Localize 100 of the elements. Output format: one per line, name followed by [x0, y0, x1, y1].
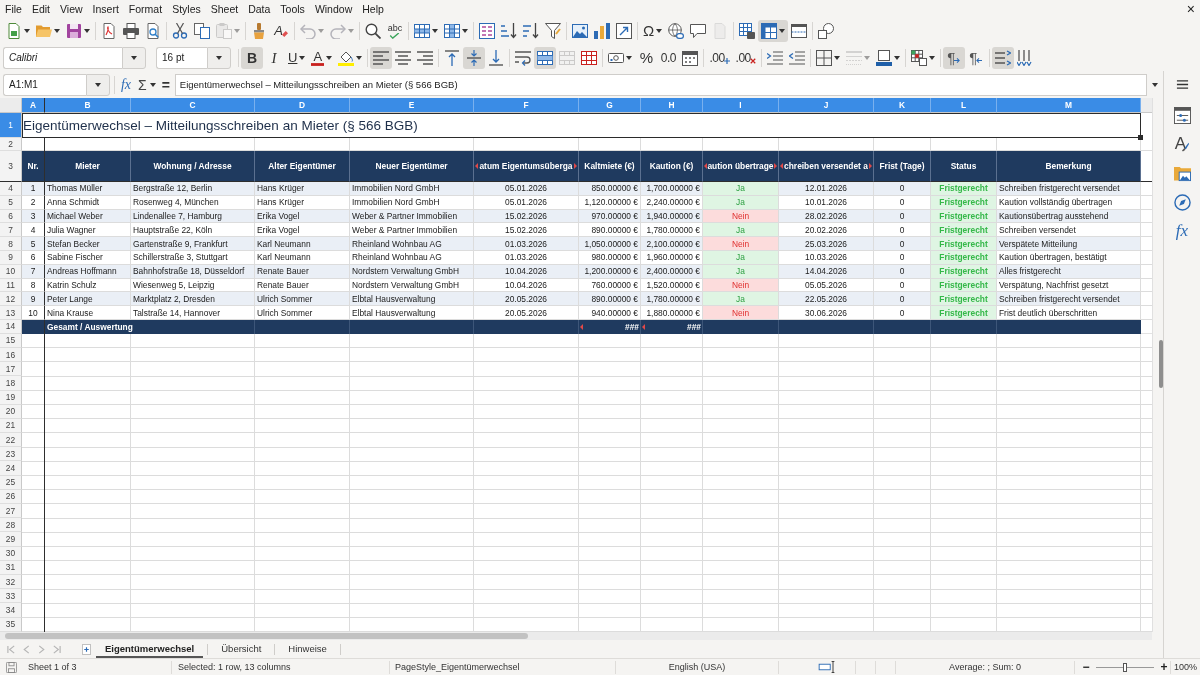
formula-button[interactable]: =: [158, 73, 173, 96]
menu-item[interactable]: Format: [123, 1, 168, 17]
language[interactable]: English (USA): [668, 662, 726, 672]
scrollbar-thumb[interactable]: [5, 633, 528, 639]
menu-item[interactable]: Styles: [167, 1, 206, 17]
table-cell: Rheinland Wohnbau AG: [350, 237, 474, 251]
row-header[interactable]: 18: [0, 376, 22, 391]
merge-center-button[interactable]: [534, 46, 557, 69]
pivot-table-button[interactable]: [613, 20, 635, 42]
number-format-button[interactable]: 0.0: [657, 46, 680, 69]
fill-handle-icon[interactable]: [1138, 135, 1143, 140]
horizontal-text-button[interactable]: [991, 46, 1014, 69]
menu-item[interactable]: Sheet: [205, 1, 244, 17]
row-header[interactable]: 8: [0, 237, 22, 251]
sum-button[interactable]: Σ: [135, 73, 159, 96]
column-heading: Bemerkung: [1045, 161, 1092, 171]
align-left-button[interactable]: [370, 46, 393, 69]
zoom-level[interactable]: 100%: [1174, 662, 1197, 672]
row-header[interactable]: 33: [0, 589, 22, 604]
menu-item[interactable]: View: [55, 1, 88, 17]
table-cell: Hans Krüger: [255, 195, 350, 210]
spelling-button[interactable]: abc: [384, 20, 406, 42]
row-header[interactable]: 12: [0, 292, 22, 307]
zoom-out-button[interactable]: −: [1081, 661, 1091, 673]
menu-item[interactable]: File: [0, 1, 27, 17]
row-header[interactable]: 13: [0, 306, 22, 320]
dropdown-button[interactable]: [122, 46, 146, 69]
zoom-in-button[interactable]: +: [1159, 661, 1169, 673]
name-box[interactable]: A1:M1: [3, 73, 86, 96]
copy-icon: [194, 23, 210, 39]
copy-button[interactable]: [191, 20, 213, 42]
row-header[interactable]: 22: [0, 433, 22, 448]
caret-icon: [626, 55, 633, 60]
table-cell: 6: [22, 251, 45, 265]
row-header[interactable]: 24: [0, 461, 22, 476]
row-header[interactable]: 23: [0, 447, 22, 462]
row-header[interactable]: 28: [0, 518, 22, 533]
scrollbar-thumb[interactable]: [1159, 340, 1163, 388]
table-cell: Sabine Fischer: [45, 251, 131, 265]
row-header[interactable]: 34: [0, 603, 22, 618]
delete-decimal-button[interactable]: .00: [732, 46, 759, 69]
bold-button[interactable]: B: [241, 46, 263, 69]
add-decimal-button[interactable]: .00: [706, 46, 733, 69]
table-cell: 01.03.2026: [474, 251, 579, 265]
sheet-tab[interactable]: Hinweise: [279, 640, 336, 658]
row-header[interactable]: 27: [0, 504, 22, 519]
print-button[interactable]: [120, 20, 142, 42]
sheet-tab[interactable]: Eigentümerwechsel: [96, 640, 204, 658]
sort-descending-icon: [523, 23, 539, 39]
menu-item[interactable]: Window: [309, 1, 358, 17]
freeze-table-icon: [761, 23, 778, 39]
functions-button[interactable]: fx: [1169, 218, 1195, 244]
font-name-field[interactable]: Calibri: [3, 46, 122, 69]
left-to-right-button[interactable]: ¶: [942, 46, 965, 69]
underline-button[interactable]: U: [285, 46, 309, 69]
insert-chart-button[interactable]: [591, 20, 613, 42]
styles-button[interactable]: A: [1169, 131, 1195, 157]
image-icon: [572, 23, 588, 39]
right-to-left-button[interactable]: ¶: [964, 46, 987, 69]
table-cell: Hans Krüger: [255, 182, 350, 196]
selected-cell-range[interactable]: Eigentümerwechsel – Mitteilungsschreiben an Mieter (§ 566 BGB): [22, 113, 1141, 138]
function-wizard-button[interactable]: fx: [117, 73, 135, 96]
menu-item[interactable]: Edit: [26, 1, 55, 17]
clear-formatting-button[interactable]: A: [270, 20, 292, 42]
wrap-text-icon: [515, 49, 532, 66]
color-bar-icon: [311, 62, 325, 66]
row-header[interactable]: 3: [0, 151, 22, 182]
printer-icon: [123, 23, 139, 39]
row-header[interactable]: 17: [0, 362, 22, 377]
horizontal-scrollbar[interactable]: [0, 632, 1152, 640]
sort-button[interactable]: [476, 20, 498, 42]
row-header[interactable]: 2: [0, 138, 22, 151]
row-header[interactable]: 29: [0, 532, 22, 547]
menu-item[interactable]: Data: [243, 1, 276, 17]
align-middle-icon: [466, 49, 483, 66]
center-vertically-button[interactable]: [463, 46, 486, 69]
font-color-button[interactable]: A: [308, 46, 336, 69]
sheet-tab[interactable]: Übersicht: [212, 640, 271, 658]
menu-item[interactable]: Help: [357, 1, 389, 17]
menu-item[interactable]: Tools: [275, 1, 310, 17]
close-document-button[interactable]: ×: [1184, 2, 1197, 16]
row-header[interactable]: 4: [0, 182, 22, 196]
sheet-indicator: Sheet 1 of 3: [28, 662, 77, 672]
row-header[interactable]: 7: [0, 223, 22, 238]
menu-item[interactable]: Insert: [87, 1, 124, 17]
dropdown-button[interactable]: [86, 73, 110, 96]
selection-mode-icon[interactable]: [818, 661, 836, 673]
percent-format-button[interactable]: %: [635, 46, 658, 69]
freeze-button[interactable]: [758, 20, 789, 42]
italic-button[interactable]: I: [263, 46, 285, 69]
autofilter-button[interactable]: [542, 20, 564, 42]
table-cell: Nein: [703, 306, 779, 320]
slider-thumb[interactable]: [1123, 662, 1127, 672]
special-character-button[interactable]: Ω: [640, 20, 666, 42]
add-sheet-button[interactable]: [80, 642, 92, 656]
caret-icon: [833, 55, 840, 60]
font-size-field[interactable]: 16 pt: [156, 46, 207, 69]
cross-icon: [749, 57, 756, 64]
dropdown-button[interactable]: [207, 46, 231, 69]
formula-input[interactable]: Eigentümerwechsel – Mitteilungsschreiben an Mieter (§ 566 BGB): [174, 73, 1147, 96]
